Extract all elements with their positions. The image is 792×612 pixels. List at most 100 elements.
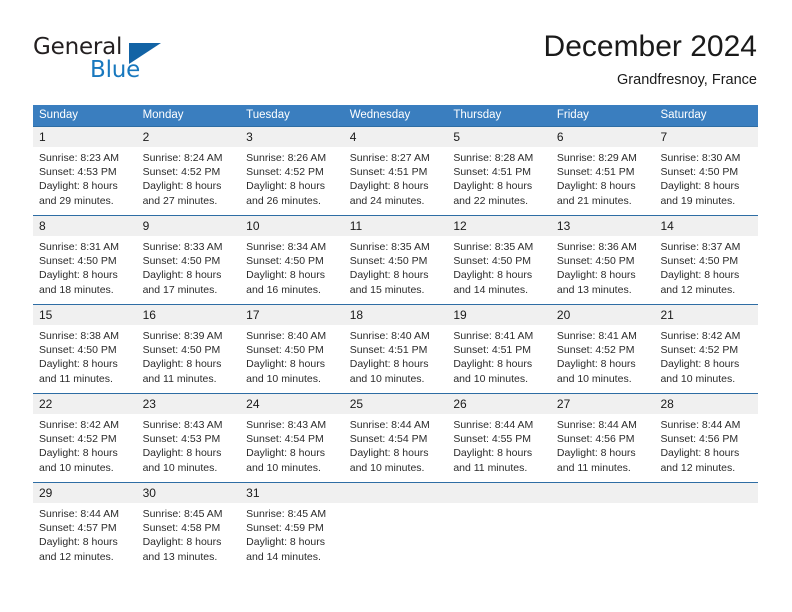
sunset-text: Sunset: 4:50 PM bbox=[453, 255, 531, 268]
day-number[interactable]: 21 bbox=[654, 305, 758, 325]
sunset-text: Sunset: 4:52 PM bbox=[246, 166, 324, 179]
day-cell: Sunrise: 8:39 AM Sunset: 4:50 PM Dayligh… bbox=[137, 325, 241, 393]
day-info-band: Sunrise: 8:44 AM Sunset: 4:57 PM Dayligh… bbox=[33, 503, 758, 571]
day-cell: Sunrise: 8:30 AM Sunset: 4:50 PM Dayligh… bbox=[654, 147, 758, 215]
day-cell: Sunrise: 8:41 AM Sunset: 4:51 PM Dayligh… bbox=[447, 325, 551, 393]
sunset-text: Sunset: 4:58 PM bbox=[142, 522, 221, 535]
day-number[interactable]: 20 bbox=[551, 305, 655, 325]
day-number[interactable]: 3 bbox=[240, 127, 344, 147]
day-info-band: Sunrise: 8:31 AM Sunset: 4:50 PM Dayligh… bbox=[33, 236, 758, 304]
day-number[interactable]: 19 bbox=[447, 305, 551, 325]
day-number[interactable]: 29 bbox=[33, 483, 137, 503]
day-number[interactable]: 30 bbox=[137, 483, 241, 503]
week-row: 8 9 10 11 12 13 14 Sunrise: 8:31 AM Suns… bbox=[33, 215, 758, 304]
sunset-text: Sunset: 4:52 PM bbox=[142, 166, 221, 179]
calendar-page: General Blue December 2024 Grandfresnoy,… bbox=[0, 0, 792, 612]
sunrise-text: Sunrise: 8:41 AM bbox=[453, 330, 534, 342]
sunset-text: Sunset: 4:52 PM bbox=[660, 344, 739, 357]
day-number[interactable]: 17 bbox=[240, 305, 344, 325]
day-number-empty bbox=[551, 483, 655, 503]
sunset-text: Sunset: 4:50 PM bbox=[39, 255, 117, 268]
week-row: 1 2 3 4 5 6 7 Sunrise: 8:23 AM Sunset: 4… bbox=[33, 126, 758, 215]
day-number[interactable]: 10 bbox=[240, 216, 344, 236]
day-number[interactable]: 15 bbox=[33, 305, 137, 325]
day-cell: Sunrise: 8:23 AM Sunset: 4:53 PM Dayligh… bbox=[33, 147, 137, 215]
day-number[interactable]: 9 bbox=[137, 216, 241, 236]
sunrise-text: Sunrise: 8:42 AM bbox=[39, 419, 119, 431]
day-number[interactable]: 28 bbox=[654, 394, 758, 414]
day-number[interactable]: 8 bbox=[33, 216, 137, 236]
sunrise-text: Sunrise: 8:29 AM bbox=[556, 152, 637, 164]
sunset-text: Sunset: 4:50 PM bbox=[246, 255, 324, 268]
daylight-text-cont: and 10 minutes. bbox=[556, 372, 632, 385]
sunrise-text: Sunrise: 8:40 AM bbox=[246, 330, 327, 342]
daylight-text-cont: and 10 minutes. bbox=[246, 372, 321, 385]
day-number[interactable]: 11 bbox=[344, 216, 448, 236]
daylight-text-cont: and 26 minutes. bbox=[246, 194, 321, 207]
day-number[interactable]: 5 bbox=[447, 127, 551, 147]
day-number[interactable]: 12 bbox=[447, 216, 551, 236]
title-block: December 2024 Grandfresnoy, France bbox=[544, 30, 757, 90]
daylight-text: Daylight: 8 hours bbox=[142, 358, 222, 371]
sunrise-text: Sunrise: 8:44 AM bbox=[660, 419, 741, 431]
daylight-text: Daylight: 8 hours bbox=[349, 358, 429, 371]
day-number[interactable]: 31 bbox=[240, 483, 344, 503]
day-cell: Sunrise: 8:26 AM Sunset: 4:52 PM Dayligh… bbox=[240, 147, 344, 215]
sunset-text: Sunset: 4:50 PM bbox=[39, 344, 117, 357]
sunset-text: Sunset: 4:56 PM bbox=[660, 433, 739, 446]
daylight-text-cont: and 10 minutes. bbox=[660, 372, 736, 385]
day-number[interactable]: 23 bbox=[137, 394, 241, 414]
sunrise-text: Sunrise: 8:40 AM bbox=[349, 330, 430, 342]
general-blue-logo[interactable]: General Blue bbox=[33, 34, 203, 90]
sunset-text: Sunset: 4:50 PM bbox=[142, 344, 221, 357]
daylight-text-cont: and 13 minutes. bbox=[556, 283, 632, 296]
daylight-text: Daylight: 8 hours bbox=[246, 269, 325, 282]
day-number[interactable]: 26 bbox=[447, 394, 551, 414]
day-cell-empty bbox=[447, 503, 551, 571]
day-number[interactable]: 22 bbox=[33, 394, 137, 414]
sunrise-text: Sunrise: 8:44 AM bbox=[349, 419, 430, 431]
daylight-text-cont: and 17 minutes. bbox=[142, 283, 218, 296]
day-number[interactable]: 16 bbox=[137, 305, 241, 325]
daylight-text: Daylight: 8 hours bbox=[349, 180, 429, 193]
day-number[interactable]: 1 bbox=[33, 127, 137, 147]
daylight-text: Daylight: 8 hours bbox=[246, 536, 325, 549]
day-cell: Sunrise: 8:45 AM Sunset: 4:58 PM Dayligh… bbox=[137, 503, 241, 571]
day-number[interactable]: 4 bbox=[344, 127, 448, 147]
day-number[interactable]: 27 bbox=[551, 394, 655, 414]
sunrise-text: Sunrise: 8:45 AM bbox=[246, 508, 327, 520]
day-cell: Sunrise: 8:31 AM Sunset: 4:50 PM Dayligh… bbox=[33, 236, 137, 304]
day-number-band: 15 16 17 18 19 20 21 bbox=[33, 305, 758, 325]
daylight-text: Daylight: 8 hours bbox=[39, 180, 118, 193]
sunset-text: Sunset: 4:51 PM bbox=[453, 166, 531, 179]
sunset-text: Sunset: 4:50 PM bbox=[660, 166, 739, 179]
sunset-text: Sunset: 4:52 PM bbox=[556, 344, 635, 357]
day-number[interactable]: 18 bbox=[344, 305, 448, 325]
sunrise-text: Sunrise: 8:33 AM bbox=[142, 241, 223, 253]
sunrise-text: Sunrise: 8:27 AM bbox=[349, 152, 430, 164]
day-number[interactable]: 24 bbox=[240, 394, 344, 414]
day-cell: Sunrise: 8:44 AM Sunset: 4:56 PM Dayligh… bbox=[654, 414, 758, 482]
daylight-text: Daylight: 8 hours bbox=[660, 269, 740, 282]
daylight-text: Daylight: 8 hours bbox=[246, 447, 325, 460]
day-number[interactable]: 25 bbox=[344, 394, 448, 414]
day-number-empty bbox=[447, 483, 551, 503]
day-number-band: 8 9 10 11 12 13 14 bbox=[33, 216, 758, 236]
daylight-text: Daylight: 8 hours bbox=[349, 447, 429, 460]
daylight-text: Daylight: 8 hours bbox=[660, 358, 740, 371]
sunrise-text: Sunrise: 8:42 AM bbox=[660, 330, 741, 342]
day-number[interactable]: 14 bbox=[654, 216, 758, 236]
sunset-text: Sunset: 4:56 PM bbox=[556, 433, 635, 446]
week-row: 22 23 24 25 26 27 28 Sunrise: 8:42 AM Su… bbox=[33, 393, 758, 482]
day-number[interactable]: 6 bbox=[551, 127, 655, 147]
sunrise-text: Sunrise: 8:38 AM bbox=[39, 330, 119, 342]
sunset-text: Sunset: 4:50 PM bbox=[142, 255, 221, 268]
day-info-band: Sunrise: 8:23 AM Sunset: 4:53 PM Dayligh… bbox=[33, 147, 758, 215]
daylight-text-cont: and 10 minutes. bbox=[246, 461, 321, 474]
day-cell: Sunrise: 8:27 AM Sunset: 4:51 PM Dayligh… bbox=[344, 147, 448, 215]
day-number[interactable]: 13 bbox=[551, 216, 655, 236]
sunrise-text: Sunrise: 8:44 AM bbox=[556, 419, 637, 431]
day-cell: Sunrise: 8:40 AM Sunset: 4:51 PM Dayligh… bbox=[344, 325, 448, 393]
day-number[interactable]: 7 bbox=[654, 127, 758, 147]
day-number[interactable]: 2 bbox=[137, 127, 241, 147]
